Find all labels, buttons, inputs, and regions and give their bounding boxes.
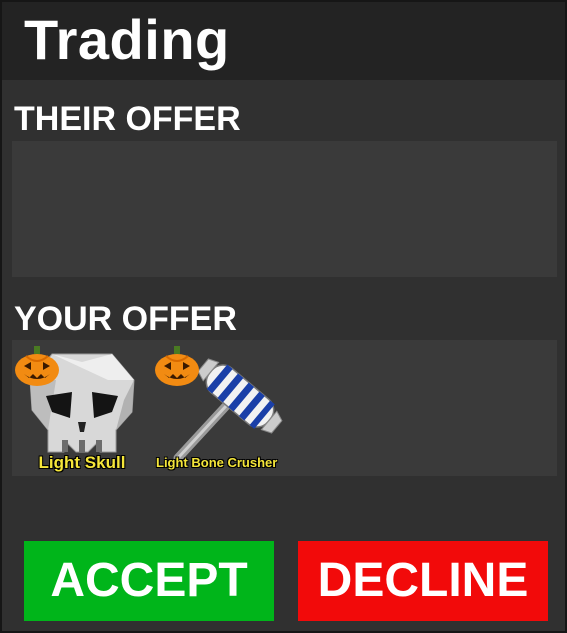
trading-window: Trading THEIR OFFER YOUR OFFER Light Sku…	[0, 0, 567, 633]
your-offer-label: YOUR OFFER	[14, 300, 237, 338]
pumpkin-icon	[155, 346, 199, 386]
decline-button[interactable]: DECLINE	[298, 541, 548, 621]
item-name-light-skull: Light Skull	[38, 453, 126, 472]
pumpkin-icon	[15, 346, 59, 386]
your-offer-panel: Light Skull Light Bone Crusher	[12, 340, 557, 476]
title-bar: Trading	[2, 2, 565, 80]
their-offer-panel	[12, 141, 557, 277]
offer-item-light-bone-crusher[interactable]: Light Bone Crusher	[152, 340, 292, 476]
accept-button[interactable]: ACCEPT	[24, 541, 274, 621]
item-name-light-bone-crusher: Light Bone Crusher	[156, 455, 278, 470]
their-offer-label: THEIR OFFER	[14, 100, 241, 138]
window-title: Trading	[24, 8, 230, 71]
offer-item-light-skull[interactable]: Light Skull	[12, 340, 152, 476]
